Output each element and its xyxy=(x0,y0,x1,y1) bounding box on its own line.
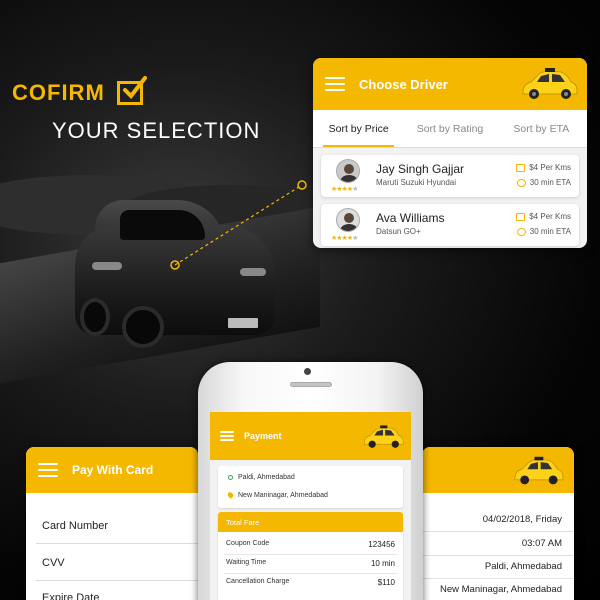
fare-value: 10 min xyxy=(370,559,395,568)
driver-car: Datsun GO+ xyxy=(376,227,421,236)
sort-tabs: Sort by Price Sort by Rating Sort by ETA xyxy=(313,110,587,148)
hero-line-1: COFIRM xyxy=(12,76,147,106)
fare-label: Coupon Code xyxy=(226,540,270,547)
driver-price: $4 Per Kms xyxy=(529,212,571,221)
driver-list-item[interactable]: ★★★★★ Jay Singh Gajjar Maruti Suzuki Hyu… xyxy=(321,155,579,197)
fare-row: Cancellation Charge $110 xyxy=(226,578,395,587)
driver-eta: 30 min ETA xyxy=(529,227,571,236)
fare-value: $110 xyxy=(377,578,395,587)
fare-label: Cancellation Charge xyxy=(226,578,290,585)
hero-selection-text: YOUR SELECTION xyxy=(52,118,261,143)
driver-car: Maruti Suzuki Hyundai xyxy=(376,178,457,187)
fare-box: Total Fare Coupon Code 123456 Waiting Tim… xyxy=(218,512,403,600)
driver-name: Ava Williams xyxy=(376,211,445,225)
checkmark-icon xyxy=(116,76,147,105)
divider xyxy=(422,555,574,556)
location-pin-icon xyxy=(226,491,235,500)
pay-with-card-title: Pay With Card xyxy=(72,463,154,477)
driver-price: $4 Per Kms xyxy=(529,163,571,172)
taxi-car-icon xyxy=(363,425,404,448)
origin-dot-icon xyxy=(228,474,233,480)
payment-destination: New Maninagar, Ahmedabad xyxy=(238,492,328,499)
money-icon xyxy=(516,212,526,221)
divider xyxy=(224,573,397,574)
divider xyxy=(422,578,574,579)
trip-origin: Paldi, Ahmedabad xyxy=(484,561,562,572)
tab-sort-by-eta[interactable]: Sort by ETA xyxy=(496,110,587,147)
hamburger-menu-icon[interactable] xyxy=(325,77,345,91)
divider xyxy=(36,580,198,581)
payment-header: Payment xyxy=(210,412,411,460)
route-box: Paldi, Ahmedabad New Maninagar, Ahmedaba… xyxy=(218,466,403,508)
choose-driver-card: Choose Driver Sort by Price Sort by Rati… xyxy=(313,58,587,248)
tab-sort-by-price[interactable]: Sort by Price xyxy=(313,110,404,147)
rating-stars: ★★★★★ xyxy=(331,186,358,193)
divider xyxy=(422,531,574,532)
cvv-field[interactable]: CVV xyxy=(42,557,65,569)
choose-driver-header: Choose Driver xyxy=(313,58,587,110)
fare-value: 123456 xyxy=(368,540,395,549)
clock-icon xyxy=(516,227,526,236)
trip-date: 04/02/2018, Friday xyxy=(482,514,562,525)
trip-time: 03:07 AM xyxy=(521,538,562,549)
payment-screen: Payment Paldi, Ahmedabad New Maninagar, … xyxy=(210,412,411,600)
phone-mockup: Payment Paldi, Ahmedabad New Maninagar, … xyxy=(198,362,423,600)
expire-date-field[interactable]: Expire Date xyxy=(42,592,99,600)
payment-title: Payment xyxy=(244,431,282,441)
rating-stars: ★★★★★ xyxy=(331,235,358,242)
hamburger-menu-icon[interactable] xyxy=(220,431,234,441)
pay-with-card-panel: Pay With Card Card Number CVV Expire Dat… xyxy=(26,447,198,600)
clock-icon xyxy=(516,178,526,187)
taxi-car-icon xyxy=(514,456,564,485)
trip-details-header xyxy=(422,447,574,493)
driver-name: Jay Singh Gajjar xyxy=(376,162,465,176)
driver-eta: 30 min ETA xyxy=(529,178,571,187)
tab-sort-by-rating[interactable]: Sort by Rating xyxy=(404,110,495,147)
driver-avatar xyxy=(336,159,360,183)
trip-destination: New Maninagar, Ahmedabad xyxy=(440,584,562,595)
payment-origin: Paldi, Ahmedabad xyxy=(238,474,295,481)
pay-with-card-header: Pay With Card xyxy=(26,447,198,493)
taxi-car-icon xyxy=(522,68,578,99)
phone-camera xyxy=(304,368,311,375)
divider xyxy=(224,554,397,555)
choose-driver-title: Choose Driver xyxy=(359,76,448,92)
hamburger-menu-icon[interactable] xyxy=(38,463,58,477)
money-icon xyxy=(516,163,526,172)
fare-row: Waiting Time 10 min xyxy=(226,559,395,568)
hero-confirm-text: COFIRM xyxy=(12,80,105,105)
card-number-field[interactable]: Card Number xyxy=(42,520,108,532)
fare-row: Coupon Code 123456 xyxy=(226,540,395,549)
driver-list-item[interactable]: ★★★★★ Ava Williams Datsun GO+ $4 Per Kms… xyxy=(321,204,579,246)
fare-label: Waiting Time xyxy=(226,559,267,566)
divider xyxy=(36,543,198,544)
driver-avatar xyxy=(336,208,360,232)
phone-speaker xyxy=(290,382,332,387)
total-fare-header: Total Fare xyxy=(218,512,403,532)
trip-details-panel: 04/02/2018, Friday 03:07 AM Paldi, Ahmed… xyxy=(422,447,574,600)
